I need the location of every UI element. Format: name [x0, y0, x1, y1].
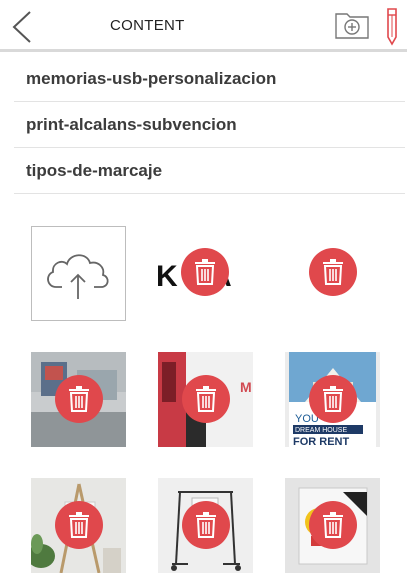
delete-button[interactable] — [55, 501, 103, 549]
folder-label: memorias-usb-personalizacion — [26, 69, 277, 88]
delete-button[interactable] — [309, 375, 357, 423]
delete-button[interactable] — [309, 501, 357, 549]
header-bar: CONTENT — [0, 0, 407, 52]
svg-text:M: M — [240, 379, 252, 395]
back-arrow-icon[interactable] — [10, 10, 34, 44]
folder-item[interactable]: memorias-usb-personalizacion — [14, 56, 405, 102]
page-title: CONTENT — [110, 17, 185, 34]
trash-icon — [196, 386, 216, 412]
cloud-upload-icon — [47, 254, 109, 299]
trash-icon — [323, 512, 343, 538]
trash-icon — [69, 512, 89, 538]
svg-text:FOR RENT: FOR RENT — [293, 436, 350, 447]
delete-button[interactable] — [182, 375, 230, 423]
folder-label: print-alcalans-subvencion — [26, 115, 237, 134]
delete-button[interactable] — [55, 375, 103, 423]
delete-button[interactable] — [182, 501, 230, 549]
delete-button[interactable] — [309, 248, 357, 296]
trash-icon — [196, 512, 216, 538]
trash-icon — [323, 386, 343, 412]
svg-text:DREAM HOUSE: DREAM HOUSE — [295, 427, 347, 434]
folder-add-icon[interactable] — [334, 8, 370, 40]
trash-icon — [323, 259, 343, 285]
pencil-edit-icon[interactable] — [382, 6, 402, 46]
trash-icon — [195, 259, 215, 285]
folder-label: tipos-de-marcaje — [26, 161, 163, 180]
folder-item[interactable]: tipos-de-marcaje — [14, 148, 405, 194]
upload-button[interactable] — [31, 226, 126, 321]
folder-item[interactable]: print-alcalans-subvencion — [14, 102, 405, 148]
trash-icon — [69, 386, 89, 412]
delete-button[interactable] — [181, 248, 229, 296]
